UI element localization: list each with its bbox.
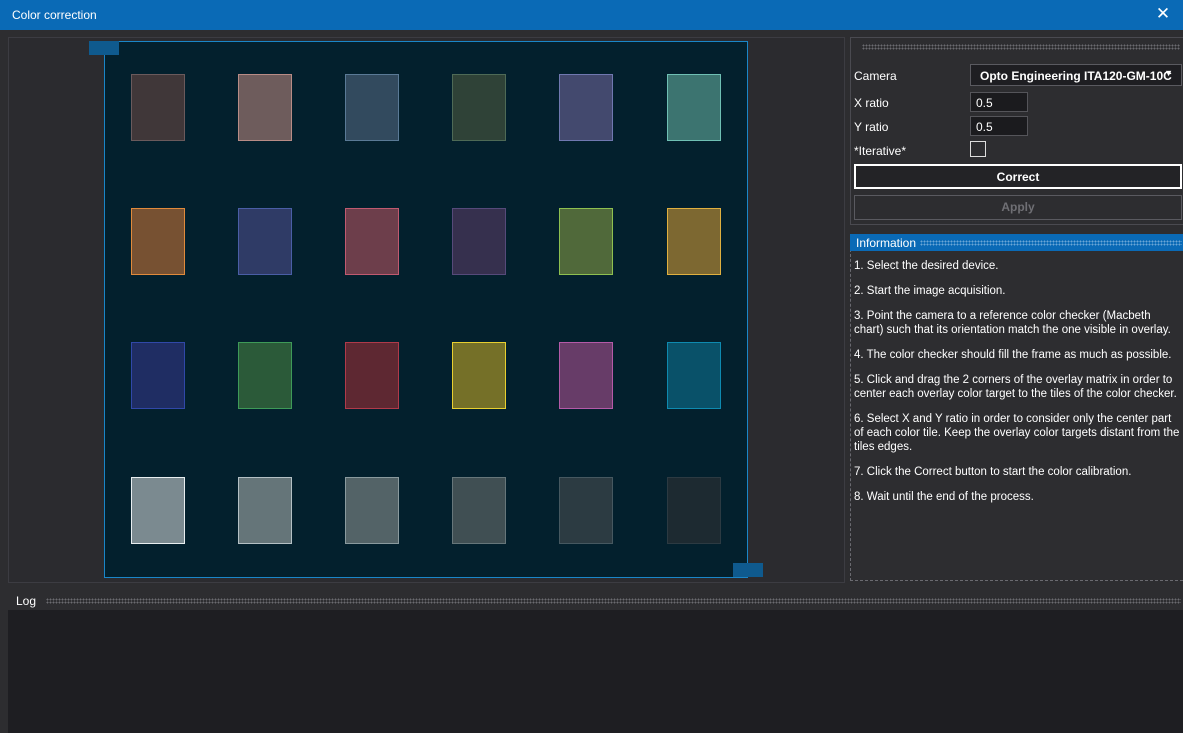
settings-grip <box>862 44 1180 50</box>
info-step: 5. Click and drag the 2 corners of the o… <box>854 374 1177 400</box>
color-target-tile <box>131 477 185 544</box>
y-ratio-value: 0.5 <box>976 120 993 134</box>
color-target-tile <box>131 74 185 141</box>
color-target-tile <box>559 477 613 544</box>
information-text: 1. Select the desired device. 2. Start t… <box>854 259 1183 515</box>
color-target-tile <box>559 74 613 141</box>
color-target-tile <box>131 208 185 275</box>
info-step: 7. Click the Correct button to start the… <box>854 466 1132 478</box>
information-grip <box>920 240 1182 246</box>
info-step: 3. Point the camera to a reference color… <box>854 310 1171 336</box>
x-ratio-field[interactable]: 0.5 <box>970 92 1028 112</box>
overlay-top-left-handle[interactable] <box>89 41 119 55</box>
overlay-matrix[interactable] <box>104 41 748 578</box>
camera-select[interactable]: Opto Engineering ITA120-GM-10C ▼ <box>970 64 1182 86</box>
color-target-tile <box>667 74 721 141</box>
y-ratio-field[interactable]: 0.5 <box>970 116 1028 136</box>
color-target-tile <box>345 208 399 275</box>
color-target-tile <box>345 477 399 544</box>
window-title: Color correction <box>12 8 97 22</box>
info-step: 4. The color checker should fill the fra… <box>854 349 1172 361</box>
log-header: Log <box>8 592 1183 610</box>
color-target-tile <box>131 342 185 409</box>
x-ratio-value: 0.5 <box>976 96 993 110</box>
camera-label: Camera <box>854 69 897 83</box>
color-target-tile <box>238 208 292 275</box>
log-title: Log <box>16 594 37 608</box>
info-step: 1. Select the desired device. <box>854 260 999 272</box>
color-target-tile <box>345 342 399 409</box>
log-output[interactable] <box>8 610 1183 733</box>
y-ratio-label: Y ratio <box>854 120 889 134</box>
overlay-bottom-right-handle[interactable] <box>733 563 763 577</box>
color-target-tile <box>559 342 613 409</box>
camera-select-value: Opto Engineering ITA120-GM-10C <box>980 69 1172 83</box>
iterative-checkbox[interactable] <box>970 141 986 157</box>
apply-button[interactable]: Apply <box>854 195 1182 220</box>
title-bar: Color correction ✕ <box>0 0 1183 30</box>
information-header: Information <box>850 234 1183 251</box>
color-target-tile <box>452 342 506 409</box>
color-target-tile <box>238 342 292 409</box>
correct-button[interactable]: Correct <box>854 164 1182 189</box>
color-target-tile <box>452 74 506 141</box>
chevron-down-icon: ▼ <box>1164 68 1173 78</box>
color-target-tile <box>345 74 399 141</box>
info-step: 8. Wait until the end of the process. <box>854 491 1034 503</box>
info-step: 2. Start the image acquisition. <box>854 285 1006 297</box>
color-target-tile <box>238 477 292 544</box>
iterative-label: *Iterative* <box>854 144 907 158</box>
color-target-tile <box>452 477 506 544</box>
close-icon[interactable]: ✕ <box>1153 4 1173 24</box>
color-target-tile <box>667 477 721 544</box>
x-ratio-label: X ratio <box>854 96 889 110</box>
log-grip <box>46 598 1181 604</box>
color-target-tile <box>559 208 613 275</box>
info-step: 6. Select X and Y ratio in order to cons… <box>854 413 1180 453</box>
color-target-tile <box>452 208 506 275</box>
color-target-tile <box>667 342 721 409</box>
color-target-tile <box>238 74 292 141</box>
information-title: Information <box>856 236 917 250</box>
color-target-tile <box>667 208 721 275</box>
